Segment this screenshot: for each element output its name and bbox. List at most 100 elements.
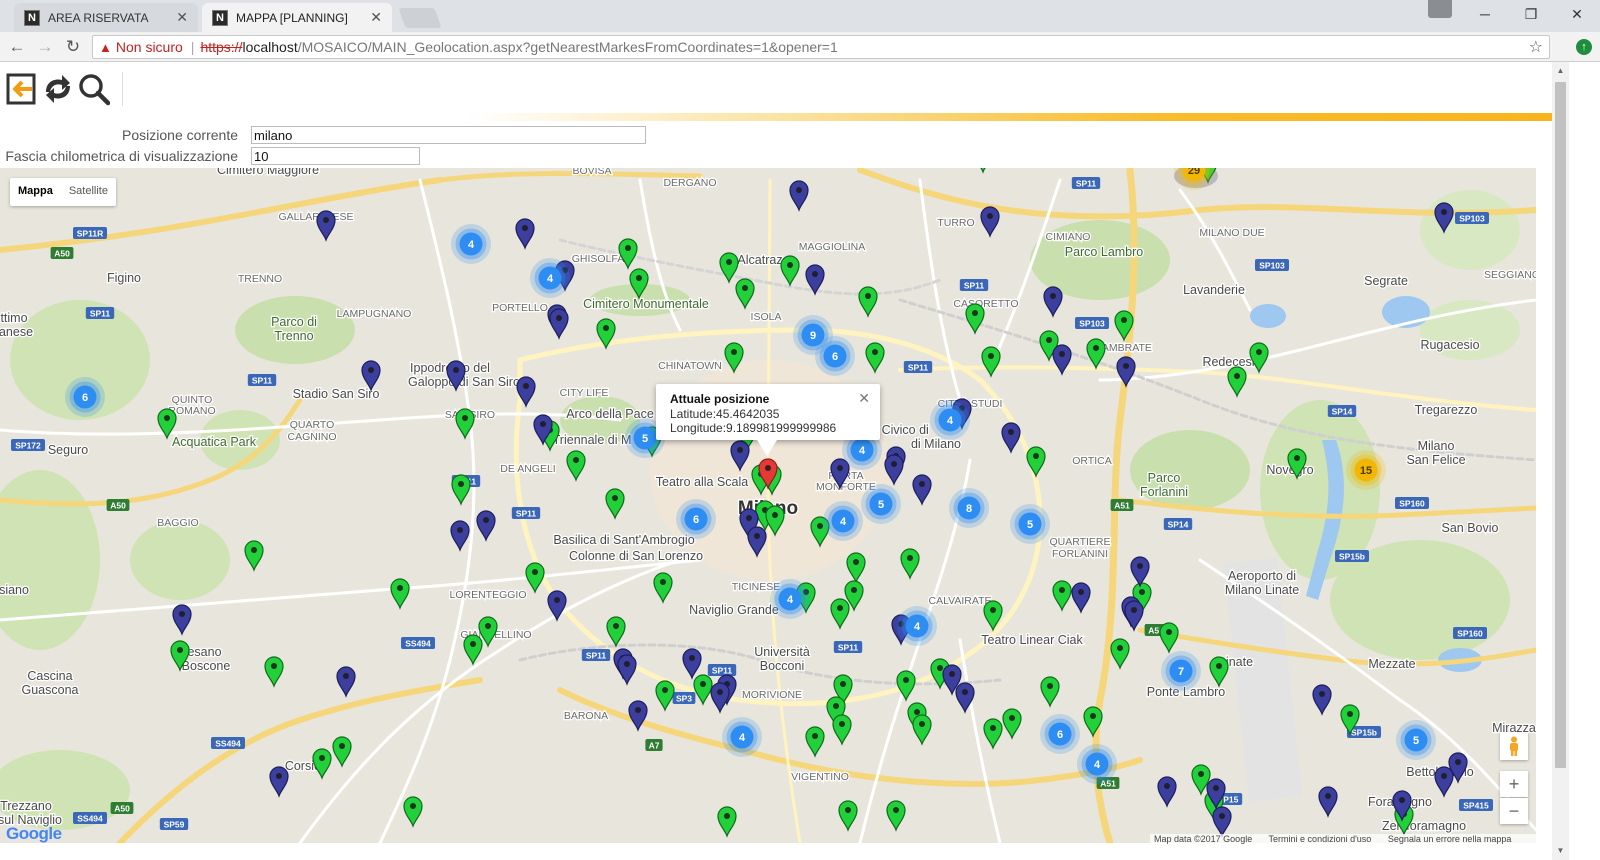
blue-map-marker[interactable] <box>450 520 470 552</box>
blue-map-marker[interactable] <box>710 682 730 714</box>
blue-map-marker[interactable] <box>549 308 569 340</box>
blue-map-marker[interactable] <box>1043 286 1063 318</box>
green-map-marker[interactable] <box>965 303 985 335</box>
scrollbar-thumb[interactable] <box>1555 82 1566 768</box>
scroll-down-icon[interactable]: ▼ <box>1552 846 1569 856</box>
marker-cluster[interactable]: 4 <box>722 717 762 757</box>
green-map-marker[interactable] <box>332 736 352 768</box>
blue-map-marker[interactable] <box>1318 786 1338 818</box>
green-map-marker[interactable] <box>606 616 626 648</box>
green-map-marker[interactable] <box>451 474 471 506</box>
blue-map-marker[interactable] <box>980 206 1000 238</box>
report-error-link[interactable]: Segnala un errore nella mappa <box>1388 834 1512 844</box>
tab-mappa-planning[interactable]: N MAPPA [PLANNING] ✕ <box>202 3 392 32</box>
green-map-marker[interactable] <box>886 800 906 832</box>
infowindow-close-icon[interactable]: ✕ <box>858 390 870 407</box>
map-type-satellite-button[interactable]: Satellite <box>61 178 116 206</box>
minimize-icon[interactable]: ─ <box>1462 0 1508 28</box>
marker-cluster[interactable]: 4 <box>770 579 810 619</box>
green-map-marker[interactable] <box>312 748 332 780</box>
marker-cluster[interactable]: 4 <box>1077 744 1117 784</box>
range-input[interactable] <box>251 147 420 165</box>
blue-map-marker[interactable] <box>1130 556 1150 588</box>
marker-cluster[interactable]: 6 <box>65 377 105 417</box>
green-map-marker[interactable] <box>983 718 1003 750</box>
marker-cluster[interactable]: 29 <box>1174 168 1214 190</box>
marker-cluster[interactable]: 4 <box>930 400 970 440</box>
marker-cluster[interactable]: 8 <box>949 488 989 528</box>
green-map-marker[interactable] <box>1002 708 1022 740</box>
marker-cluster[interactable]: 4 <box>530 258 570 298</box>
blue-map-marker[interactable] <box>1312 684 1332 716</box>
green-map-marker[interactable] <box>1209 656 1229 688</box>
star-icon[interactable]: ☆ <box>1529 37 1543 57</box>
reload-icon[interactable]: ↻ <box>62 36 84 58</box>
blue-map-marker[interactable] <box>1071 582 1091 614</box>
marker-cluster[interactable]: 4 <box>823 501 863 541</box>
green-map-marker[interactable] <box>717 806 737 838</box>
blue-map-marker[interactable] <box>1001 422 1021 454</box>
tab-close-icon[interactable]: ✕ <box>370 9 382 26</box>
green-map-marker[interactable] <box>655 680 675 712</box>
marker-cluster[interactable]: 7 <box>1161 651 1201 691</box>
blue-map-marker[interactable] <box>682 648 702 680</box>
position-input[interactable] <box>251 126 646 144</box>
map-type-mappa-button[interactable]: Mappa <box>10 178 61 206</box>
refresh-swap-icon[interactable] <box>42 72 74 106</box>
forward-icon[interactable]: → <box>34 36 56 58</box>
green-map-marker[interactable] <box>653 572 673 604</box>
green-map-marker[interactable] <box>1040 676 1060 708</box>
close-icon[interactable]: ✕ <box>1554 0 1600 28</box>
exit-icon[interactable] <box>6 72 38 106</box>
green-map-marker[interactable] <box>525 562 545 594</box>
green-map-marker[interactable] <box>566 450 586 482</box>
tab-area-riservata[interactable]: N AREA RISERVATA ✕ <box>14 3 198 32</box>
green-map-marker[interactable] <box>390 578 410 610</box>
green-map-marker[interactable] <box>858 286 878 318</box>
marker-cluster[interactable]: 6 <box>1040 714 1080 754</box>
page-scrollbar[interactable]: ▲ ▼ <box>1552 62 1569 860</box>
maximize-icon[interactable]: ❐ <box>1508 0 1554 28</box>
green-map-marker[interactable] <box>830 598 850 630</box>
extension-icon[interactable]: ↑ <box>1576 39 1592 55</box>
marker-cluster[interactable]: 5 <box>861 484 901 524</box>
green-map-marker[interactable] <box>780 255 800 287</box>
zoom-out-button[interactable]: − <box>1500 798 1528 824</box>
green-map-marker[interactable] <box>1227 366 1247 398</box>
blue-map-marker[interactable] <box>172 604 192 636</box>
blue-map-marker[interactable] <box>789 180 809 212</box>
green-map-marker[interactable] <box>1052 580 1072 612</box>
blue-map-marker[interactable] <box>1157 776 1177 808</box>
blue-map-marker[interactable] <box>617 654 637 686</box>
blue-map-marker[interactable] <box>912 474 932 506</box>
green-map-marker[interactable] <box>912 714 932 746</box>
green-map-marker[interactable] <box>1159 622 1179 654</box>
green-map-marker[interactable] <box>838 800 858 832</box>
security-label[interactable]: Non sicuro <box>116 39 183 55</box>
green-map-marker[interactable] <box>900 548 920 580</box>
green-map-marker[interactable] <box>805 726 825 758</box>
back-icon[interactable]: ← <box>6 36 28 58</box>
marker-cluster[interactable]: 4 <box>897 606 937 646</box>
blue-map-marker[interactable] <box>336 666 356 698</box>
blue-map-marker[interactable] <box>1124 600 1144 632</box>
green-map-marker[interactable] <box>735 278 755 310</box>
blue-map-marker[interactable] <box>476 510 496 542</box>
user-profile-icon[interactable] <box>1428 0 1452 18</box>
search-icon[interactable] <box>78 72 111 106</box>
marker-cluster[interactable]: 6 <box>815 336 855 376</box>
marker-cluster[interactable]: 5 <box>1010 504 1050 544</box>
scroll-up-icon[interactable]: ▲ <box>1552 66 1569 76</box>
tab-close-icon[interactable]: ✕ <box>176 9 188 26</box>
blue-map-marker[interactable] <box>515 218 535 250</box>
map-canvas[interactable]: Cimitero Maggiore BOVISA DERGANO TURRO CIMIA… <box>0 168 1536 843</box>
green-map-marker[interactable] <box>1110 638 1130 670</box>
green-map-marker[interactable] <box>463 634 483 666</box>
green-map-marker[interactable] <box>981 346 1001 378</box>
url-input[interactable]: ▲ Non sicuro | https:// localhost /MOSAI… <box>92 35 1550 59</box>
blue-map-marker[interactable] <box>547 590 567 622</box>
blue-map-marker[interactable] <box>1116 356 1136 388</box>
marker-cluster[interactable]: 15 <box>1346 450 1386 490</box>
blue-map-marker[interactable] <box>1434 766 1454 798</box>
green-map-marker[interactable] <box>605 488 625 520</box>
